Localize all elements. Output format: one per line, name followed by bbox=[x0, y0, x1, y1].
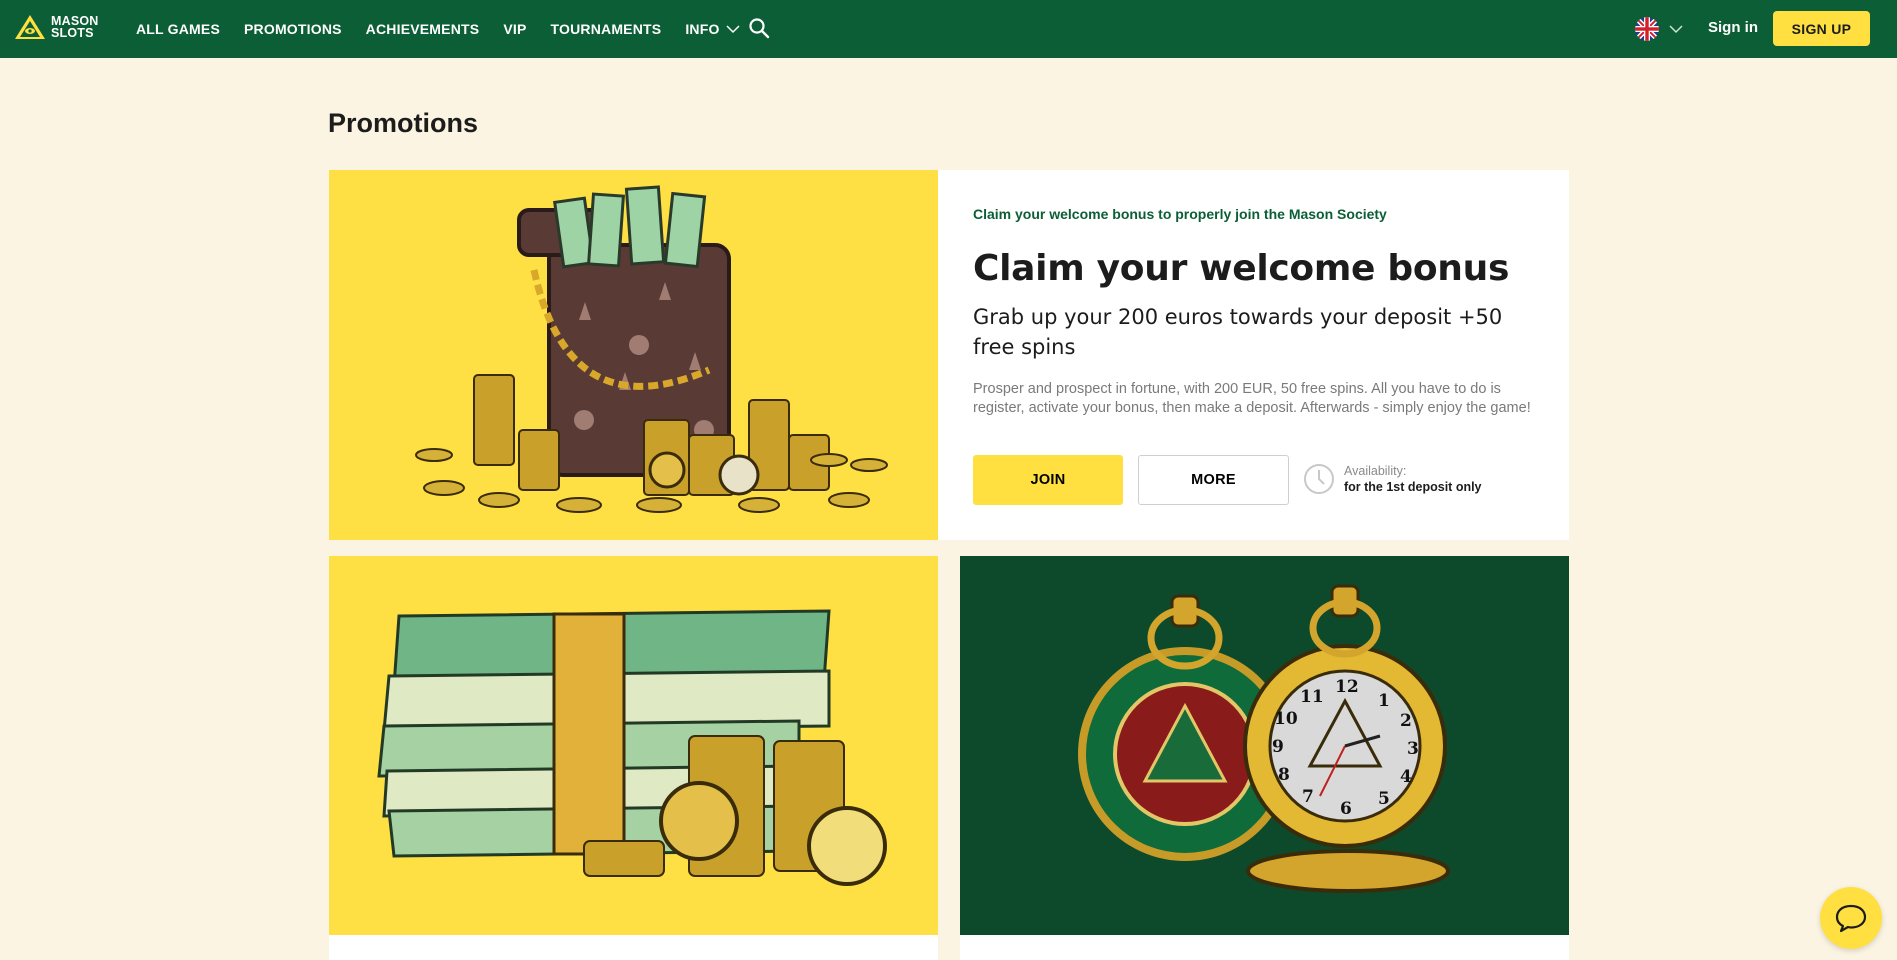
svg-text:5: 5 bbox=[1378, 789, 1390, 809]
nav-vip[interactable]: VIP bbox=[503, 21, 526, 37]
chevron-down-icon bbox=[1669, 24, 1683, 33]
availability-label: Availability: bbox=[1344, 463, 1407, 478]
chat-button[interactable] bbox=[1820, 887, 1882, 949]
pyramid-eye-logo-icon bbox=[15, 15, 45, 39]
promo-kicker: Claim your welcome bonus to properly joi… bbox=[973, 206, 1387, 222]
nav-promotions[interactable]: PROMOTIONS bbox=[244, 21, 342, 37]
money-bag-art bbox=[415, 185, 888, 513]
pocket-watches-illustration: 12 1 2 3 45 6 78 9 10 11 bbox=[960, 556, 1569, 935]
language-selector[interactable] bbox=[1635, 17, 1683, 41]
nav-info[interactable]: INFO bbox=[685, 21, 740, 37]
nav-info-label: INFO bbox=[685, 21, 720, 37]
svg-text:12: 12 bbox=[1335, 677, 1359, 697]
uk-flag-icon bbox=[1635, 17, 1659, 41]
brand-line-2: SLOTS bbox=[51, 26, 94, 40]
chevron-down-icon bbox=[726, 24, 740, 33]
svg-text:2: 2 bbox=[1400, 711, 1412, 731]
cash-stack-coins-illustration bbox=[329, 556, 938, 935]
sign-up-button[interactable]: SIGN UP bbox=[1773, 11, 1870, 46]
svg-text:10: 10 bbox=[1274, 709, 1298, 729]
promo-card-watches[interactable]: 12 1 2 3 45 6 78 9 10 11 bbox=[960, 556, 1569, 960]
promo-subheading: Grab up your 200 euros towards your depo… bbox=[973, 305, 1503, 359]
promo-description: Prosper and prospect in fortune, with 20… bbox=[973, 381, 1531, 416]
svg-text:11: 11 bbox=[1300, 687, 1324, 707]
brand-logo[interactable]: MASON SLOTS bbox=[13, 13, 99, 41]
svg-text:3: 3 bbox=[1407, 739, 1419, 759]
main-nav: ALL GAMES PROMOTIONS ACHIEVEMENTS VIP TO… bbox=[136, 0, 740, 58]
more-button[interactable]: MORE bbox=[1138, 455, 1289, 505]
chat-bubble-icon bbox=[1835, 904, 1867, 933]
page-title: Promotions bbox=[328, 108, 479, 138]
availability-info: Availability: for the 1st deposit only bbox=[1303, 463, 1482, 495]
pocket-watches-art: 12 12 3 45 6 78 9 1011 bbox=[1078, 584, 1450, 893]
brand-wordmark: MASON SLOTS bbox=[51, 15, 99, 40]
featured-promo-card: Claim your welcome bonus to properly joi… bbox=[329, 170, 1569, 540]
search-icon[interactable] bbox=[748, 17, 770, 39]
svg-text:8: 8 bbox=[1278, 765, 1290, 785]
svg-text:7: 7 bbox=[1302, 787, 1314, 807]
sign-in-link[interactable]: Sign in bbox=[1708, 19, 1758, 36]
join-button[interactable]: JOIN bbox=[973, 455, 1123, 505]
nav-all-games[interactable]: ALL GAMES bbox=[136, 21, 220, 37]
svg-text:1: 1 bbox=[1378, 691, 1390, 711]
promo-headline: Claim your welcome bonus bbox=[973, 248, 1510, 289]
cash-stack-art bbox=[377, 609, 887, 886]
clock-icon bbox=[1304, 464, 1334, 494]
nav-achievements[interactable]: ACHIEVEMENTS bbox=[366, 21, 480, 37]
svg-text:4: 4 bbox=[1400, 767, 1412, 787]
top-navigation-bar: MASON SLOTS ALL GAMES PROMOTIONS ACHIEVE… bbox=[0, 0, 1897, 58]
availability-value: for the 1st deposit only bbox=[1344, 479, 1482, 494]
money-bag-coins-illustration bbox=[329, 170, 938, 540]
svg-text:6: 6 bbox=[1340, 799, 1352, 819]
nav-tournaments[interactable]: TOURNAMENTS bbox=[550, 21, 661, 37]
svg-text:9: 9 bbox=[1272, 737, 1284, 757]
promo-card-cash[interactable] bbox=[329, 556, 938, 960]
